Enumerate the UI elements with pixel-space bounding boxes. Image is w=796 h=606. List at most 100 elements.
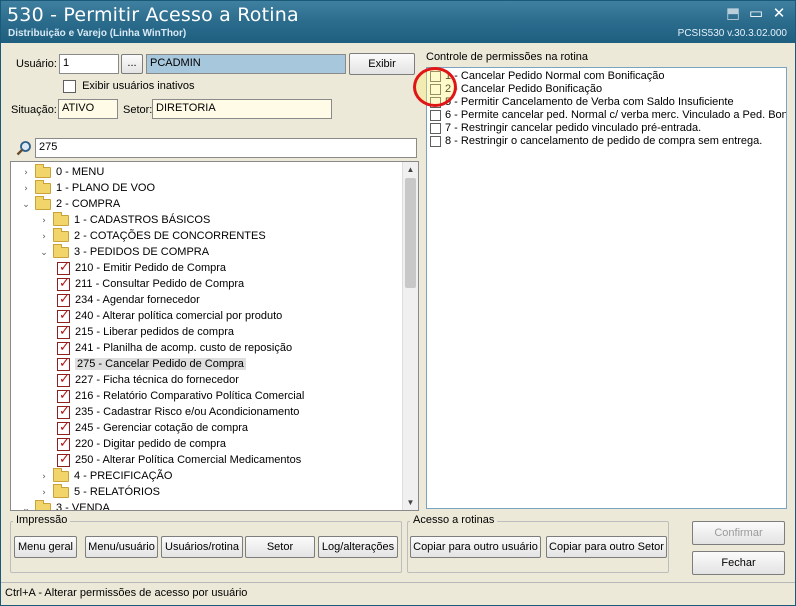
confirm-button[interactable]: Confirmar [692, 521, 785, 545]
scroll-down-icon[interactable]: ▼ [403, 495, 418, 510]
show-button[interactable]: Exibir [349, 53, 415, 75]
window: 530 - Permitir Acesso a Rotina Distribui… [0, 0, 796, 606]
routine-checkbox[interactable] [57, 292, 70, 308]
permission-item[interactable]: 5 - Permitir Cancelamento de Verba com S… [430, 96, 734, 109]
permission-item[interactable]: 8 - Restringir o cancelamento de pedido … [430, 135, 762, 148]
sector-label: Setor: [123, 104, 153, 116]
permission-item[interactable]: 1 - Cancelar Pedido Normal com Bonificaç… [430, 70, 665, 83]
routine-checkbox[interactable] [57, 276, 70, 292]
tree-node-label: 227 - Ficha técnica do fornecedor [75, 374, 239, 386]
tree-routine-node[interactable]: 227 - Ficha técnica do fornecedor [57, 372, 239, 388]
routine-checkbox[interactable] [57, 404, 70, 420]
routine-checkbox[interactable] [57, 388, 70, 404]
tree-routine-node[interactable]: 245 - Gerenciar cotação de compra [57, 420, 248, 436]
permission-label: 7 - Restringir cancelar pedido vinculado… [445, 122, 702, 134]
expand-icon[interactable]: › [39, 229, 49, 245]
expand-icon[interactable]: › [39, 469, 49, 485]
routine-checkbox[interactable] [57, 372, 70, 388]
permission-item[interactable]: 6 - Permite cancelar ped. Normal c/ verb… [430, 109, 787, 122]
tree-routine-node[interactable]: 216 - Relatório Comparativo Política Com… [57, 388, 304, 404]
tree-routine-node[interactable]: 275 - Cancelar Pedido de Compra [57, 356, 246, 372]
tree-folder-node[interactable]: › 1 - PLANO DE VOO [21, 179, 155, 197]
situation-label: Situação: [11, 104, 57, 116]
window-title: 530 - Permitir Acesso a Rotina [7, 4, 299, 26]
tree-routine-node[interactable]: 250 - Alterar Política Comercial Medicam… [57, 452, 301, 468]
routine-checkbox[interactable] [57, 260, 70, 276]
folder-icon [35, 163, 51, 178]
sector-button[interactable]: Setor [245, 536, 315, 558]
tree-folder-node[interactable]: ⌄ 3 - PEDIDOS DE COMPRA [39, 243, 210, 261]
copy-to-sector-button[interactable]: Copiar para outro Setor [546, 536, 667, 558]
copy-to-user-button[interactable]: Copiar para outro usuário [410, 536, 541, 558]
tree-folder-node[interactable]: › 2 - COTAÇÕES DE CONCORRENTES [39, 227, 266, 245]
collapse-icon[interactable]: ⌄ [21, 501, 31, 510]
tree-folder-node[interactable]: ⌄ 2 - COMPRA [21, 195, 121, 213]
inactive-users-option[interactable]: Exibir usuários inativos [63, 80, 195, 93]
permissions-title: Controle de permissões na rotina [426, 51, 589, 63]
expand-icon[interactable]: › [39, 485, 49, 501]
tree-routine-node[interactable]: 235 - Cadastrar Risco e/ou Acondicioname… [57, 404, 299, 420]
tree-scrollbar[interactable]: ▲ ▼ [402, 162, 418, 510]
user-lookup-button[interactable]: ... [121, 54, 143, 74]
folder-icon [35, 179, 51, 194]
tree-node-label: 215 - Liberar pedidos de compra [75, 326, 234, 338]
tree-folder-node[interactable]: ⌄ 3 - VENDA [21, 499, 110, 510]
routine-checkbox[interactable] [57, 324, 70, 340]
permission-label: 2 - Cancelar Pedido Bonificação [445, 83, 603, 95]
collapse-icon[interactable]: ⌄ [39, 245, 49, 261]
minimize-icon[interactable]: ⬒ [723, 3, 743, 23]
tree-node-label: 245 - Gerenciar cotação de compra [75, 422, 249, 434]
routine-checkbox[interactable] [57, 436, 70, 452]
user-name-field: PCADMIN [146, 54, 346, 74]
tree-folder-node[interactable]: › 4 - PRECIFICAÇÃO [39, 467, 173, 485]
routine-checkbox[interactable] [57, 356, 70, 372]
permission-label: 5 - Permitir Cancelamento de Verba com S… [445, 96, 734, 108]
permission-label: 6 - Permite cancelar ped. Normal c/ verb… [445, 109, 787, 121]
permission-checkbox[interactable] [430, 122, 441, 134]
tree-node-label: 4 - PRECIFICAÇÃO [74, 470, 173, 482]
permission-label: 8 - Restringir o cancelamento de pedido … [445, 135, 763, 147]
search-input[interactable]: 275 [35, 138, 417, 158]
tree-node-label: 3 - PEDIDOS DE COMPRA [74, 246, 210, 258]
routine-checkbox[interactable] [57, 308, 70, 324]
tree-routine-node[interactable]: 234 - Agendar fornecedor [57, 292, 200, 308]
tree-node-label: 211 - Consultar Pedido de Compra [75, 278, 245, 290]
permissions-list: 1 - Cancelar Pedido Normal com Bonificaç… [426, 67, 787, 509]
routine-tree[interactable]: ▲ ▼ › 0 - MENU › 1 - PLANO DE VOO ⌄ 2 - COMPR… [10, 161, 419, 511]
tree-routine-node[interactable]: 241 - Planilha de acomp. custo de reposi… [57, 340, 292, 356]
user-code-field[interactable]: 1 [59, 54, 119, 74]
routine-checkbox[interactable] [57, 452, 70, 468]
expand-icon[interactable]: › [39, 213, 49, 229]
tree-routine-node[interactable]: 220 - Digitar pedido de compra [57, 436, 226, 452]
permission-checkbox[interactable] [430, 109, 441, 121]
tree-node-label: 220 - Digitar pedido de compra [75, 438, 227, 450]
expand-icon[interactable]: › [21, 165, 31, 181]
collapse-icon[interactable]: ⌄ [21, 197, 31, 213]
expand-icon[interactable]: › [21, 181, 31, 197]
close-icon[interactable]: ✕ [769, 3, 789, 23]
scroll-thumb[interactable] [405, 178, 416, 288]
routine-checkbox[interactable] [57, 420, 70, 436]
tree-folder-node[interactable]: › 1 - CADASTROS BÁSICOS [39, 211, 210, 229]
tree-node-label: 216 - Relatório Comparativo Política Com… [75, 390, 305, 402]
permission-checkbox[interactable] [430, 135, 441, 147]
tree-folder-node[interactable]: › 5 - RELATÓRIOS [39, 483, 160, 501]
users-routine-button[interactable]: Usuários/rotina [161, 536, 243, 558]
menu-user-button[interactable]: Menu/usuário [85, 536, 158, 558]
user-label: Usuário: [16, 58, 57, 70]
tree-routine-node[interactable]: 211 - Consultar Pedido de Compra [57, 276, 244, 292]
tree-routine-node[interactable]: 240 - Alterar política comercial por pro… [57, 308, 282, 324]
close-button[interactable]: Fechar [692, 551, 785, 575]
permission-item[interactable]: 7 - Restringir cancelar pedido vinculado… [430, 122, 701, 135]
log-changes-button[interactable]: Log/alterações [318, 536, 398, 558]
tree-routine-node[interactable]: 210 - Emitir Pedido de Compra [57, 260, 226, 276]
menu-general-button[interactable]: Menu geral [14, 536, 77, 558]
tree-node-label: 2 - COMPRA [56, 198, 121, 210]
tree-routine-node[interactable]: 215 - Liberar pedidos de compra [57, 324, 234, 340]
inactive-users-checkbox[interactable] [63, 80, 76, 93]
print-group-title: Impressão [13, 514, 71, 526]
scroll-up-icon[interactable]: ▲ [403, 162, 418, 177]
routine-checkbox[interactable] [57, 340, 70, 356]
tree-folder-node[interactable]: › 0 - MENU [21, 163, 104, 181]
maximize-icon[interactable]: ▭ [746, 3, 766, 23]
